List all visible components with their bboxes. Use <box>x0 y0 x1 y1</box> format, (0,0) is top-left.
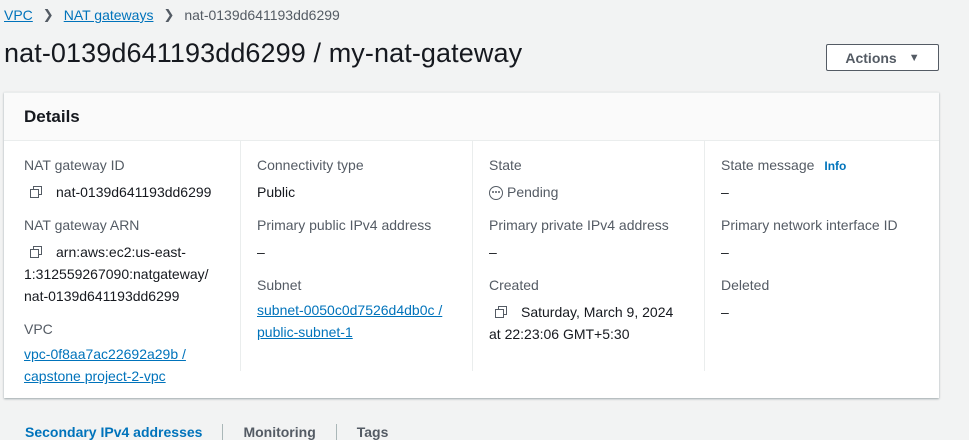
nat-gateway-id-value-row: nat-0139d641193dd6299 <box>24 181 211 203</box>
vpc-link-line-2[interactable]: capstone project-2-vpc <box>24 365 186 387</box>
info-link[interactable]: Info <box>824 159 846 173</box>
state-field: State Pending <box>489 157 558 203</box>
deleted-field: Deleted – <box>721 277 769 323</box>
state-value-row: Pending <box>489 181 558 203</box>
primary-private-ipv4-field: Primary private IPv4 address – <box>489 217 669 263</box>
subnet-field: Subnet subnet-0050c0d7526d4db0c / public… <box>257 277 442 343</box>
tab-divider <box>335 424 337 440</box>
details-column-4: State message Info – Primary network inte… <box>704 141 925 371</box>
created-field: Created Saturday, March 9, 2024 at 22:23… <box>489 277 673 345</box>
state-message-field: State message Info – <box>721 157 846 203</box>
state-message-value: – <box>721 184 729 200</box>
nat-gateway-arn-value: arn:aws:ec2:us-east- 1:312559267090:natg… <box>24 241 209 307</box>
actions-button[interactable]: Actions ▼ <box>826 44 939 71</box>
page-title: nat-0139d641193dd6299 / my-nat-gateway <box>4 38 523 68</box>
primary-private-ipv4-value: – <box>489 244 497 260</box>
details-column-1: NAT gateway ID nat-0139d641193dd6299 NAT… <box>24 141 240 384</box>
details-panel: Details NAT gateway ID nat-0139d641193dd… <box>4 92 939 398</box>
chevron-right-icon: ❯ <box>163 7 175 22</box>
tab-tags[interactable]: Tags <box>357 424 389 440</box>
tab-secondary-ipv4-addresses[interactable]: Secondary IPv4 addresses <box>25 424 202 440</box>
connectivity-type-label: Connectivity type <box>257 157 364 173</box>
primary-network-interface-label: Primary network interface ID <box>721 217 898 233</box>
state-value: Pending <box>507 184 559 200</box>
connectivity-type-field: Connectivity type Public <box>257 157 364 203</box>
details-column-3: State Pending Primary private IPv4 addre… <box>472 141 705 371</box>
nat-gateway-arn-line-2: 1:312559267090:natgateway/ <box>24 266 209 282</box>
primary-network-interface-field: Primary network interface ID – <box>721 217 898 263</box>
nat-gateway-arn-field: NAT gateway ARN arn:aws:ec2:us-east- 1:3… <box>24 217 209 307</box>
created-line-2: at 22:23:06 GMT+5:30 <box>489 326 630 342</box>
breadcrumb-current: nat-0139d641193dd6299 <box>184 7 340 23</box>
primary-network-interface-value: – <box>721 244 729 260</box>
chevron-right-icon: ❯ <box>42 7 54 22</box>
pending-icon <box>489 186 503 200</box>
deleted-label: Deleted <box>721 277 770 293</box>
actions-label: Actions <box>845 49 897 66</box>
created-value: Saturday, March 9, 2024 at 22:23:06 GMT+… <box>489 301 673 345</box>
nat-gateway-arn-label: NAT gateway ARN <box>24 217 140 233</box>
copy-icon[interactable] <box>495 306 507 318</box>
nat-gateway-id-field: NAT gateway ID nat-0139d641193dd6299 <box>24 157 211 203</box>
vpc-label: VPC <box>24 321 53 337</box>
state-label: State <box>489 157 522 173</box>
copy-icon[interactable] <box>30 246 42 258</box>
details-column-2: Connectivity type Public Primary public … <box>240 141 473 371</box>
primary-public-ipv4-value: – <box>257 244 265 260</box>
detail-tabs: Secondary IPv4 addresses Monitoring Tags <box>25 424 388 440</box>
tab-divider <box>222 424 224 440</box>
subnet-label: Subnet <box>257 277 302 293</box>
state-message-label: State message <box>721 157 815 173</box>
vpc-link-line-1[interactable]: vpc-0f8aa7ac22692a29b / <box>24 343 186 365</box>
details-heading: Details <box>4 93 939 141</box>
copy-icon[interactable] <box>30 186 42 198</box>
breadcrumb-nat-gateways-link[interactable]: NAT gateways <box>64 7 154 23</box>
caret-down-icon: ▼ <box>908 51 920 64</box>
primary-public-ipv4-field: Primary public IPv4 address – <box>257 217 431 263</box>
primary-public-ipv4-label: Primary public IPv4 address <box>257 217 432 233</box>
nat-gateway-arn-line-3: nat-0139d641193dd6299 <box>24 288 180 304</box>
nat-gateway-arn-line-1: arn:aws:ec2:us-east- <box>56 244 186 260</box>
breadcrumb-vpc-link[interactable]: VPC <box>4 7 33 23</box>
vpc-field: VPC vpc-0f8aa7ac22692a29b / capstone pro… <box>24 321 186 387</box>
deleted-value: – <box>721 304 729 320</box>
created-label: Created <box>489 277 539 293</box>
subnet-link-line-1[interactable]: subnet-0050c0d7526d4db0c / <box>257 299 442 321</box>
breadcrumb: VPC ❯ NAT gateways ❯ nat-0139d641193dd62… <box>4 7 340 23</box>
state-message-label-row: State message Info <box>721 157 846 173</box>
nat-gateway-id-value: nat-0139d641193dd6299 <box>56 184 212 200</box>
created-line-1: Saturday, March 9, 2024 <box>521 304 674 320</box>
connectivity-type-value: Public <box>257 184 296 200</box>
subnet-link-line-2[interactable]: public-subnet-1 <box>257 321 442 343</box>
nat-gateway-id-label: NAT gateway ID <box>24 157 125 173</box>
tab-monitoring[interactable]: Monitoring <box>243 424 315 440</box>
vpc-link[interactable]: vpc-0f8aa7ac22692a29b / capstone project… <box>24 343 186 387</box>
primary-private-ipv4-label: Primary private IPv4 address <box>489 217 669 233</box>
subnet-link[interactable]: subnet-0050c0d7526d4db0c / public-subnet… <box>257 299 442 343</box>
